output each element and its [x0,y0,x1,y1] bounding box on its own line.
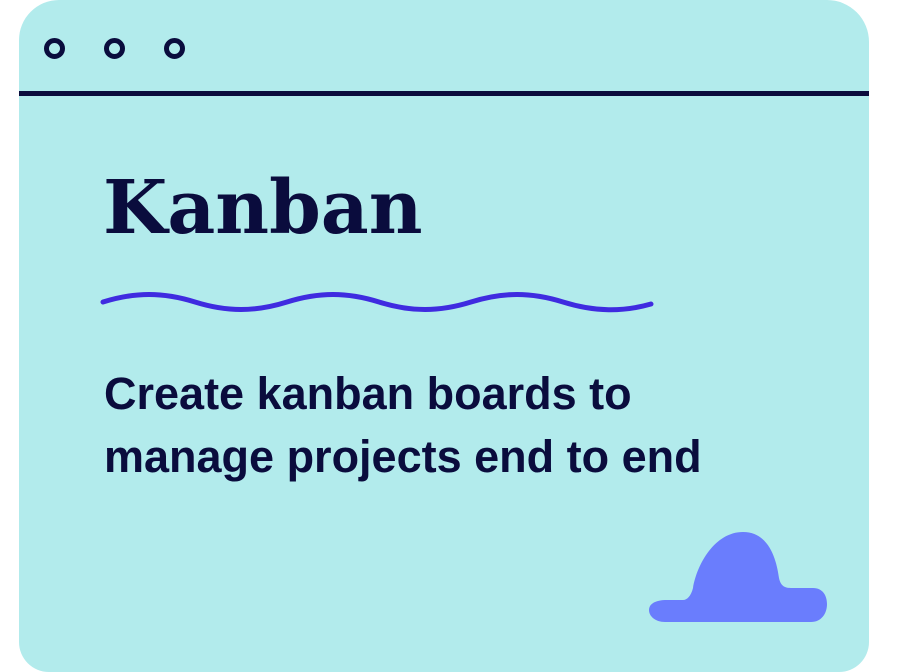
window-titlebar [19,0,869,93]
window-dot-icon [104,38,125,59]
description-line: manage projects end to end [104,431,702,482]
titlebar-divider [19,91,869,96]
window-dot-icon [164,38,185,59]
window-dot-icon [44,38,65,59]
card-description: Create kanban boards to manage projects … [104,362,824,488]
kanban-feature-card: Kanban Create kanban boards to manage pr… [19,0,869,672]
card-title: Kanban [103,165,423,251]
wavy-underline-icon [100,292,654,313]
description-line: Create kanban boards to [104,368,632,419]
cloud-blob-icon [649,532,827,622]
